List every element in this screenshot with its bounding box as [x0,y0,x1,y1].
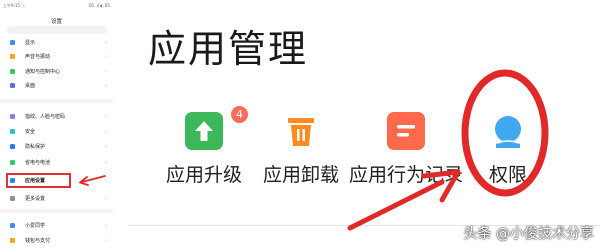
menu-label: 指纹、人脸与密码 [25,114,66,120]
menu-item-sound[interactable]: 声音与振动 › [0,52,113,61]
menu-label: 通知与控制中心 [25,69,61,75]
display-icon [10,40,15,45]
chevron-right-icon: › [105,39,107,46]
menu-label: 小爱同学 [25,223,46,229]
status-time: 上午9:15 ⓘ [3,3,26,8]
permission-highlight-circle [461,69,549,197]
chevron-right-icon: › [105,113,107,120]
chevron-right-icon: › [105,237,107,244]
section-divider [0,99,113,103]
settings-title: 设置 [50,19,62,25]
battery-icon [10,160,15,165]
menu-label: 更多设置 [25,196,46,202]
chevron-right-icon: › [105,195,107,202]
menu-item-fingerprint[interactable]: 指纹、人脸与密码 › [0,112,113,121]
menu-label: 省电与电池 [25,160,51,166]
app-management-view: 应用管理 4 应用升级 应用卸载 应用行为记录 权限 [113,0,600,248]
chevron-right-icon: › [105,143,107,150]
sound-icon [10,54,15,59]
menu-label: 隐私保护 [25,144,46,150]
fingerprint-icon [10,114,15,119]
page-title: 应用管理 [148,27,309,71]
more-icon [10,196,15,201]
menu-label: 桌面 [25,83,36,89]
status-indicators: 5G .ıl ◐ 85 [88,3,110,8]
menu-item-privacy[interactable]: 隐私保护 › [0,142,113,151]
desktop-icon [10,83,15,88]
chevron-right-icon: › [105,53,107,60]
menu-item-more-settings[interactable]: 更多设置 › [0,194,113,203]
search-bar[interactable] [7,26,107,34]
tile-app-uninstall[interactable]: 应用卸载 [241,112,361,202]
record-icon [387,112,425,150]
chevron-right-icon: › [105,159,107,166]
upgrade-icon [185,112,223,150]
section-divider [0,209,113,213]
tile-label: 应用卸载 [262,164,339,186]
shield-icon [10,129,15,134]
trash-icon [282,112,320,150]
menu-item-display[interactable]: 显示 › [0,38,113,47]
menu-label: 钱包与支付 [25,238,51,244]
menu-item-desktop[interactable]: 桌面 › [0,81,113,90]
chevron-right-icon: › [105,222,107,229]
chevron-right-icon: › [105,82,107,89]
annotation-arrow-left-icon [79,175,106,186]
menu-item-security[interactable]: 安全 › [0,127,113,136]
notification-icon [10,69,15,74]
menu-label: 显示 [25,40,36,46]
watermark: 头条 @小俊技术分享 [463,226,594,242]
app-settings-highlight [6,173,71,188]
chevron-right-icon: › [105,68,107,75]
privacy-icon [10,144,15,149]
menu-item-xiaoai[interactable]: 小爱同学 › [0,221,113,230]
phone-settings-panel: 上午9:15 ⓘ 5G .ıl ◐ 85 设置 显示 › 声音与振动 › 通知与… [0,0,113,248]
menu-label: 声音与振动 [25,54,51,60]
menu-item-notifications[interactable]: 通知与控制中心 › [0,67,113,76]
assistant-icon [10,223,15,228]
wallet-icon [10,238,15,243]
menu-label: 安全 [25,129,36,135]
chevron-right-icon: › [105,128,107,135]
annotation-arrow-icon [347,169,461,231]
menu-item-wallet[interactable]: 钱包与支付 › [0,236,113,245]
menu-item-battery[interactable]: 省电与电池 › [0,158,113,167]
